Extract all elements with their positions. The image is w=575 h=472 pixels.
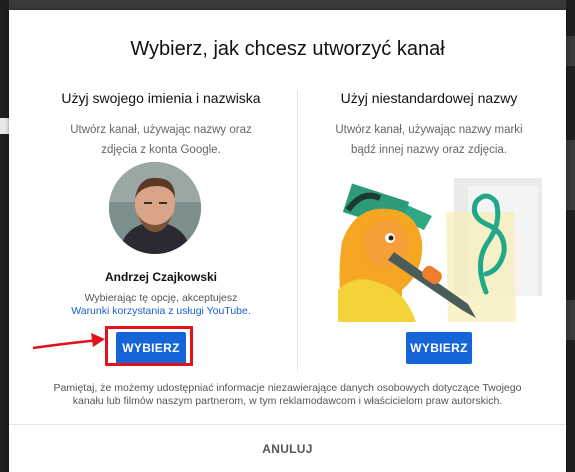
user-name: Andrzej Czajkowski xyxy=(104,270,218,284)
custom-name-option: Użyj niestandardowej nazwy Utwórz kanał,… xyxy=(299,90,559,160)
annotation-highlight-box xyxy=(105,326,193,366)
avatar xyxy=(109,162,201,254)
person-drawing-illustration xyxy=(338,178,542,322)
cancel-button[interactable]: ANULUJ xyxy=(9,442,566,456)
own-name-description: Utwórz kanał, używając nazwy oraz zdjęci… xyxy=(70,124,252,156)
own-name-heading: Użyj swojego imienia i nazwiska xyxy=(61,90,261,106)
background-frame: Wybierz, jak chcesz utworzyć kanał Użyj … xyxy=(0,0,575,472)
left-window-edge xyxy=(0,0,9,472)
select-custom-name-button[interactable]: WYBIERZ xyxy=(406,332,472,364)
terms-link[interactable]: Warunki korzystania z usługi YouTube. xyxy=(31,305,291,318)
footer-divider xyxy=(9,424,566,425)
dialog-title: Wybierz, jak chcesz utworzyć kanał xyxy=(130,38,445,60)
privacy-notice: Pamiętaj, że możemy udostępniać informac… xyxy=(53,382,522,407)
column-divider xyxy=(297,90,298,372)
custom-name-description: Utwórz kanał, używając nazwy marki bądź … xyxy=(335,124,523,156)
terms-prefix: Wybierając tę opcję, akceptujesz xyxy=(84,292,238,304)
right-window-edge xyxy=(566,0,575,472)
create-channel-dialog: Wybierz, jak chcesz utworzyć kanał Użyj … xyxy=(9,10,566,472)
custom-name-heading: Użyj niestandardowej nazwy xyxy=(340,90,518,106)
red-arrow-icon xyxy=(32,333,105,350)
terms-text: Wybierając tę opcję, akceptujesz Warunki… xyxy=(31,292,291,318)
own-name-option: Użyj swojego imienia i nazwiska Utwórz k… xyxy=(31,90,291,160)
